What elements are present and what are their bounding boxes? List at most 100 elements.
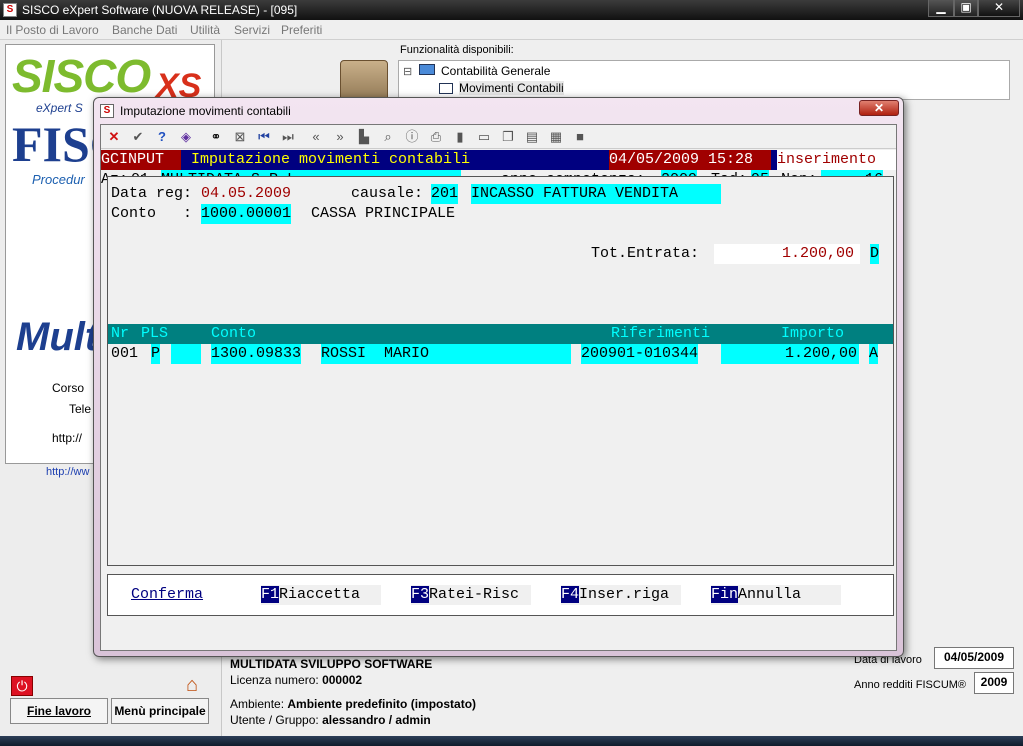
book-icon[interactable]: ◈ <box>177 128 195 146</box>
calculator-icon[interactable]: ▮ <box>451 128 469 146</box>
row-importo-field[interactable]: 1.200,00 <box>721 344 859 364</box>
row-p-field[interactable]: P <box>151 344 161 364</box>
menu-principale-button[interactable]: Menù principale <box>111 698 209 724</box>
app-icon: S <box>3 3 17 17</box>
fine-lavoro-button[interactable]: Fine lavoro <box>10 698 108 724</box>
print-icon[interactable]: ⎙ <box>427 128 445 146</box>
next-icon[interactable]: » <box>331 128 349 146</box>
window-icon <box>439 83 453 94</box>
f4-inser-button[interactable]: F4Inser.riga <box>561 585 681 605</box>
col-pls: PLS <box>141 325 169 342</box>
causale-desc-field[interactable]: INCASSO FATTURA VENDITA <box>471 184 721 204</box>
causale-code-field[interactable]: 201 <box>431 184 459 204</box>
home-icon[interactable]: ⌂ <box>186 674 198 697</box>
menu-servizi[interactable]: Servizi <box>234 23 270 37</box>
grid-icon[interactable]: ▦ <box>547 128 565 146</box>
row-sign-field[interactable]: A <box>869 344 879 364</box>
stamp-icon[interactable]: ▙ <box>355 128 373 146</box>
multidata-logo: Mult <box>16 315 99 359</box>
taskbar <box>0 736 1023 746</box>
user-label: Utente / Gruppo: <box>230 713 319 727</box>
cancel-icon[interactable]: ✕ <box>105 128 123 146</box>
last-record-icon[interactable]: ⏭ <box>279 128 297 146</box>
imputazione-dialog: S Imputazione movimenti contabili ✕ ✕ ✔ … <box>93 97 904 657</box>
col-riferimenti: Riferimenti <box>611 325 711 342</box>
license-info: Licenza numero: 000002 <box>230 673 362 687</box>
tot-entrata-field: 1.200,00 <box>714 244 860 264</box>
help-icon[interactable]: ? <box>153 128 171 146</box>
row-nr: 001 <box>111 345 139 362</box>
anno-redditi-field[interactable]: 2009 <box>974 672 1014 694</box>
app-titlebar: S SISCO eXpert Software (NUOVA RELEASE) … <box>0 0 1023 20</box>
binoculars-icon[interactable]: ⚭ <box>207 128 225 146</box>
anno-redditi-label: Anno redditi FISCUM® <box>854 679 967 691</box>
f1-label: Riaccetta <box>279 586 361 603</box>
sisco-logo: SISCO <box>12 50 151 102</box>
f3-key: F3 <box>411 586 430 603</box>
conto-label: Conto : <box>111 205 193 222</box>
close-button[interactable]: ✕ <box>978 0 1020 17</box>
copy-icon[interactable]: ❐ <box>499 128 517 146</box>
f3-label: Ratei-Risc <box>429 586 520 603</box>
web-line: http:// <box>52 431 83 445</box>
document-icon[interactable]: ▤ <box>523 128 541 146</box>
conto-code-field[interactable]: 1000.00001 <box>201 204 292 224</box>
app-title: SISCO eXpert Software (NUOVA RELEASE) - … <box>22 3 298 17</box>
data-lavoro-field[interactable]: 04/05/2009 <box>934 647 1014 669</box>
toolbar: ✕ ✔ ? ◈ ⚭ ⊠ ⏮ ⏭ « » ▙ ⌕ ⓘ ⎙ ▮ ▭ ❐ ▤ ▦ ■ <box>101 125 896 149</box>
conto-desc: CASSA PRINCIPALE <box>311 205 456 222</box>
info-icon[interactable]: ⓘ <box>403 128 421 146</box>
fin-label: Annulla <box>738 586 802 603</box>
stop-icon[interactable]: ■ <box>571 128 589 146</box>
procedure-text: Procedur <box>32 172 85 187</box>
col-conto: Conto <box>211 325 257 342</box>
confirm-icon[interactable]: ✔ <box>129 128 147 146</box>
tot-entrata-sign: D <box>870 244 880 264</box>
website-link[interactable]: http://ww <box>46 466 89 478</box>
previous-icon[interactable]: « <box>307 128 325 146</box>
open-book-icon[interactable]: ▭ <box>475 128 493 146</box>
dialog-app-icon: S <box>100 104 114 118</box>
dialog-body: ✕ ✔ ? ◈ ⚭ ⊠ ⏮ ⏭ « » ▙ ⌕ ⓘ ⎙ ▮ ▭ ❐ ▤ ▦ ■ … <box>100 124 897 651</box>
tree-item-movimenti-contabili[interactable]: Movimenti Contabili <box>459 81 564 95</box>
f4-key: F4 <box>561 586 580 603</box>
power-icon[interactable]: ⏻ <box>11 676 33 696</box>
conferma-button[interactable]: Conferma <box>131 585 231 605</box>
tree-item-contabilita-generale[interactable]: Contabilità Generale <box>441 64 550 78</box>
menu-preferiti[interactable]: Preferiti <box>281 23 322 37</box>
expert-subtitle: eXpert S <box>36 101 83 115</box>
filter-icon[interactable]: ⊠ <box>231 128 249 146</box>
license-number: 000002 <box>322 673 363 687</box>
menu-banche-dati[interactable]: Banche Dati <box>112 23 177 37</box>
fin-key: Fin <box>711 586 739 603</box>
zoom-icon[interactable]: ⌕ <box>379 128 397 146</box>
data-reg-field[interactable]: 04.05.2009 <box>201 184 291 204</box>
phone-line: Tele <box>69 402 92 416</box>
functions-tree: ⊟ Contabilità Generale Movimenti Contabi… <box>398 60 1010 100</box>
first-record-icon[interactable]: ⏮ <box>255 128 273 146</box>
row-conto-field[interactable]: 1300.09833 <box>211 344 302 364</box>
dialog-title: Imputazione movimenti contabili <box>120 104 291 118</box>
menu-il-posto-di-lavoro[interactable]: Il Posto di Lavoro <box>6 23 99 37</box>
fin-annulla-button[interactable]: FinAnnulla <box>711 585 841 605</box>
row-desc-field[interactable]: ROSSI MARIO <box>321 344 571 364</box>
row-pls-field[interactable] <box>171 344 201 364</box>
col-nr: Nr <box>111 325 130 342</box>
header-datetime: 04/05/2009 15:28 <box>609 150 771 170</box>
f4-label: Inser.riga <box>579 586 670 603</box>
f3-ratei-button[interactable]: F3Ratei-Risc <box>411 585 531 605</box>
ambiente-info: Ambiente: Ambiente predefinito (impostat… <box>230 697 476 711</box>
minimize-button[interactable]: ▁ <box>928 0 954 17</box>
row-rif-field[interactable]: 200901-010344 <box>581 344 699 364</box>
user-info: Utente / Gruppo: alessandro / admin <box>230 713 431 727</box>
ambiente-label: Ambiente: <box>230 697 285 711</box>
tree-collapse-icon[interactable]: ⊟ <box>403 65 412 78</box>
dialog-close-button[interactable]: ✕ <box>859 100 899 116</box>
folder-icon <box>419 64 435 75</box>
menu-utilita[interactable]: Utilità <box>190 23 220 37</box>
footer-keys: Conferma F1Riaccetta F3Ratei-Risc F4Inse… <box>107 574 894 616</box>
restore-button[interactable]: ▣ <box>954 0 978 17</box>
f1-riaccetta-button[interactable]: F1Riaccetta <box>261 585 381 605</box>
license-label: Licenza numero: <box>230 673 319 687</box>
tot-entrata-label: Tot.Entrata: <box>591 245 700 262</box>
